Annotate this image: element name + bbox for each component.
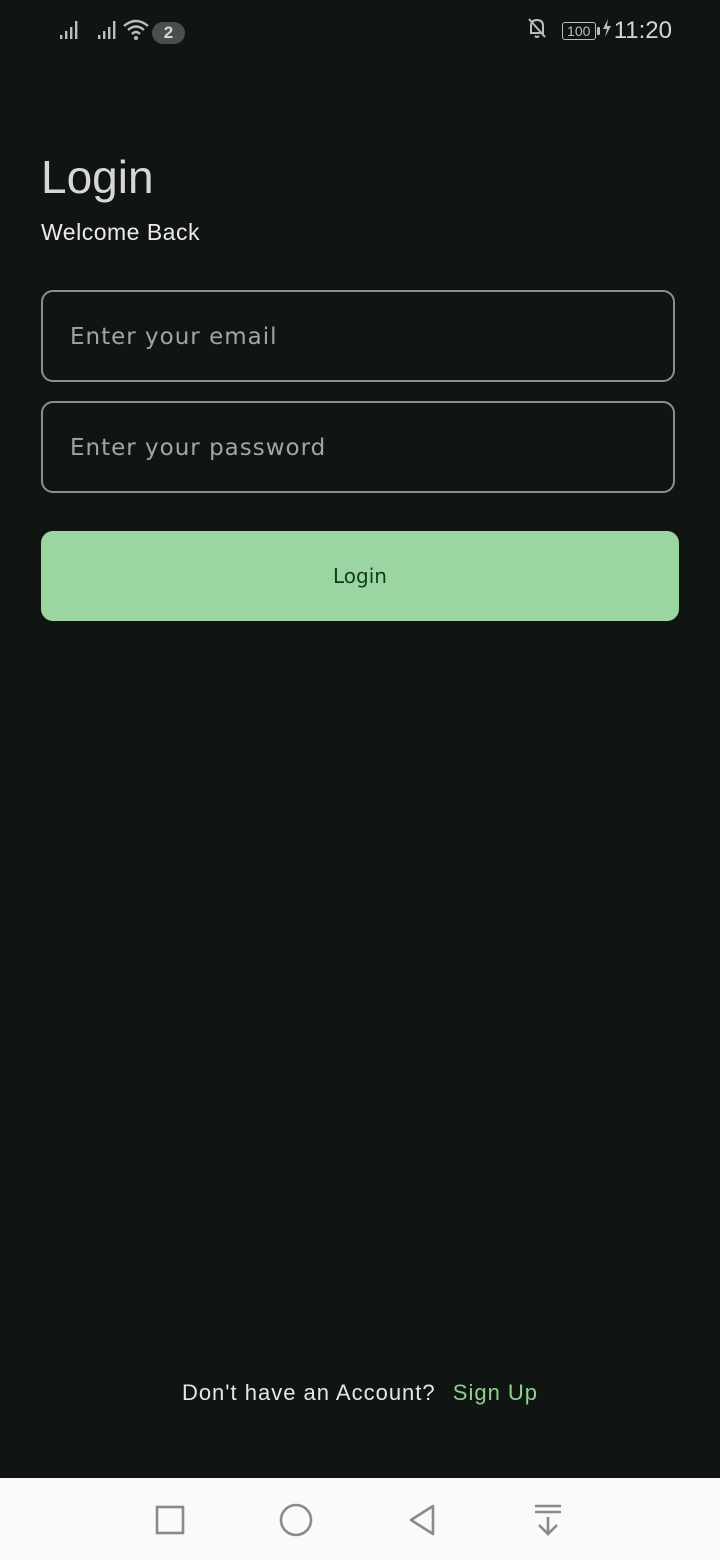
- back-triangle-icon[interactable]: [400, 1498, 444, 1542]
- status-time: 11:20: [613, 16, 672, 44]
- signup-prompt: Don't have an Account?: [181, 1380, 436, 1405]
- status-right: 100 11:20: [526, 16, 672, 45]
- charging-icon: [602, 18, 612, 43]
- page-subtitle: Welcome Back: [41, 219, 200, 245]
- signal-icon: [58, 19, 82, 46]
- wifi-badge: 2: [152, 21, 185, 44]
- password-input[interactable]: [68, 403, 652, 493]
- signal-icon: [96, 19, 120, 46]
- page-title: Login: [41, 151, 154, 203]
- password-field[interactable]: [41, 401, 675, 493]
- signup-prompt-row: Don't have an Account? Sign Up: [0, 1380, 720, 1406]
- login-button[interactable]: Login: [41, 531, 679, 621]
- email-input[interactable]: [68, 292, 652, 382]
- notification-pulldown-icon[interactable]: [526, 1498, 570, 1542]
- home-circle-icon[interactable]: [274, 1498, 318, 1542]
- recents-square-icon[interactable]: [148, 1498, 192, 1542]
- signup-link[interactable]: Sign Up: [453, 1380, 538, 1405]
- system-nav-bar: [0, 1478, 720, 1560]
- email-field[interactable]: [41, 290, 675, 382]
- bell-off-icon: [526, 16, 548, 45]
- status-bar: 2 100 11:20: [0, 0, 720, 60]
- wifi-icon: [122, 18, 150, 47]
- status-left: 2: [58, 18, 185, 47]
- battery-icon: 100: [561, 21, 600, 40]
